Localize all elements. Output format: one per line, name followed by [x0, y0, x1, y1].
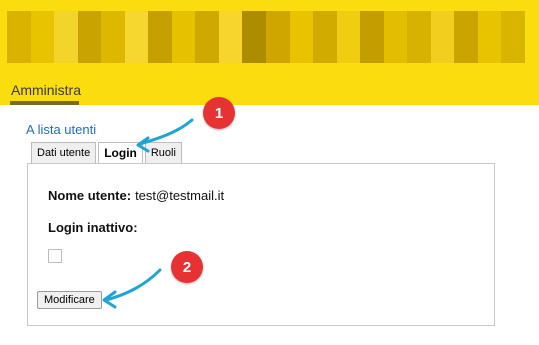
annotation-arrows — [102, 118, 194, 309]
annotation-badge-1: 1 — [203, 97, 235, 129]
annotation-badge-2: 2 — [171, 251, 203, 283]
arrow-1 — [138, 118, 194, 146]
arrow-2 — [104, 268, 162, 302]
